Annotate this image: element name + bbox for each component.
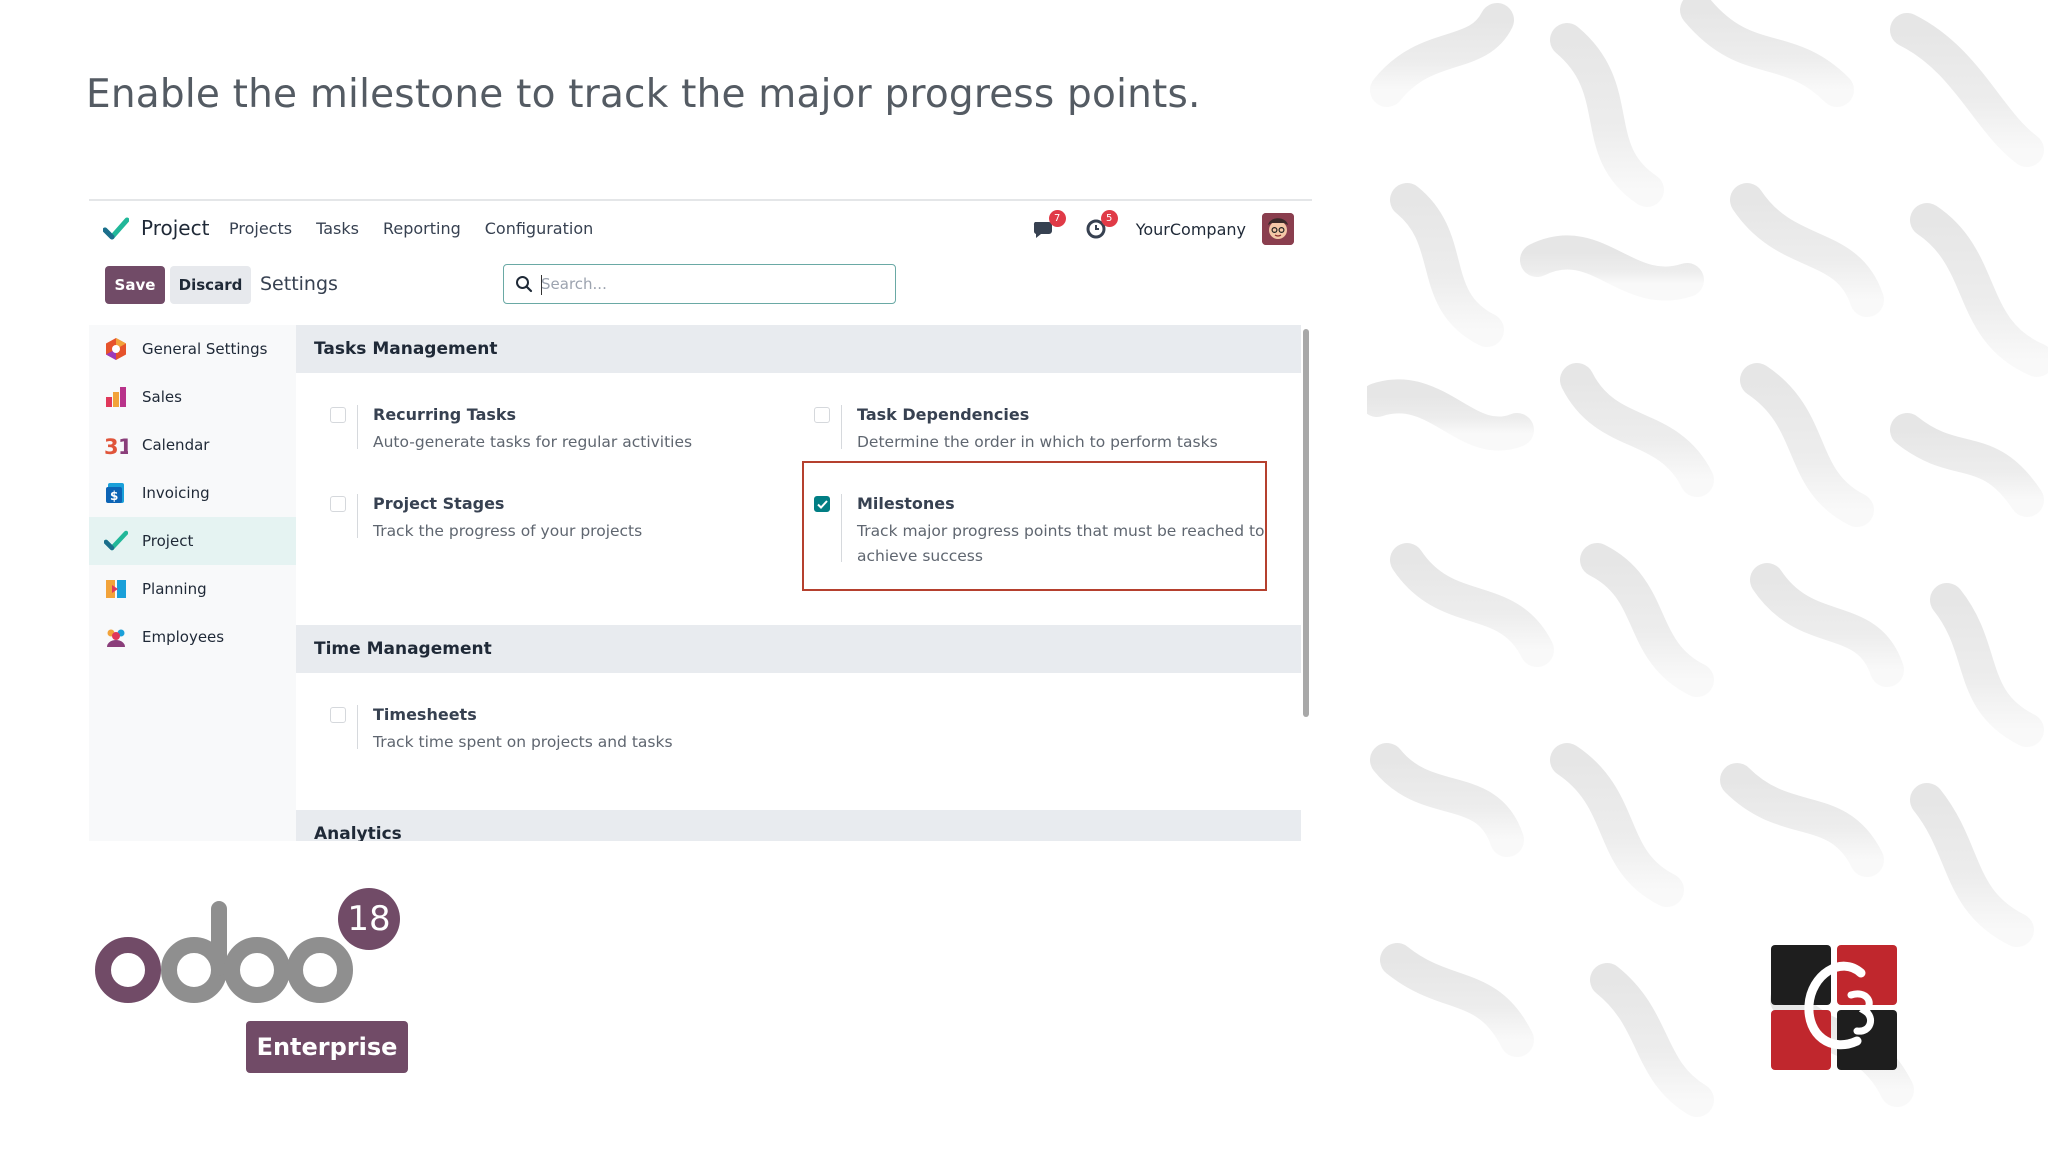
timesheets-checkbox[interactable] (330, 707, 346, 723)
sidebar-item-label: Planning (142, 580, 207, 598)
setting-description: Track time spent on projects and tasks (373, 733, 673, 751)
sales-icon (106, 387, 126, 407)
odoo-logo (95, 901, 353, 1003)
project-stages-checkbox[interactable] (330, 496, 346, 512)
invoicing-icon: $ (106, 483, 124, 503)
decorative-pattern (1367, 0, 2048, 1117)
menu-reporting[interactable]: Reporting (383, 219, 461, 238)
project-app-icon[interactable] (103, 217, 129, 241)
setting-title: Task Dependencies (857, 405, 1030, 424)
general-settings-icon (106, 338, 126, 360)
setting-title: Project Stages (373, 494, 505, 513)
company-switcher[interactable]: YourCompany (1136, 220, 1246, 239)
divider (357, 405, 358, 449)
menu-configuration[interactable]: Configuration (485, 219, 594, 238)
app-name[interactable]: Project (141, 216, 209, 240)
planning-icon (106, 580, 126, 598)
divider (357, 705, 358, 749)
milestones-highlight-box (802, 461, 1267, 591)
svg-text:$: $ (110, 489, 118, 503)
settings-sidebar: General Settings Sales 3 1 Calendar $ In… (89, 325, 296, 841)
section-time-management: Time Management (296, 625, 1301, 673)
sidebar-item-label: Employees (142, 628, 225, 646)
main-menu: Projects Tasks Reporting Configuration (229, 219, 617, 238)
avatar-face-icon (1262, 213, 1294, 245)
sidebar-item-calendar[interactable]: 3 1 Calendar (89, 421, 296, 469)
sidebar-item-planning[interactable]: Planning (89, 565, 296, 613)
employees-icon (107, 629, 125, 647)
sidebar-item-label: Sales (142, 388, 182, 406)
control-panel: Save Discard Settings (89, 257, 1312, 317)
setting-description: Track the progress of your projects (373, 522, 643, 540)
content-scrollbar[interactable] (1303, 329, 1309, 717)
sidebar-item-label: Calendar (142, 436, 210, 454)
search-input[interactable] (541, 273, 881, 295)
sidebar-item-label: General Settings (142, 340, 268, 358)
activities-badge: 5 (1100, 210, 1118, 227)
sidebar-item-sales[interactable]: Sales (89, 373, 296, 421)
task-dependencies-checkbox[interactable] (814, 407, 830, 423)
recurring-tasks-checkbox[interactable] (330, 407, 346, 423)
search-box[interactable] (503, 264, 896, 304)
company-logo (1771, 945, 1897, 1070)
calendar-icon: 3 1 (104, 435, 128, 457)
messages-badge: 7 (1048, 210, 1066, 227)
sidebar-item-label: Invoicing (142, 484, 210, 502)
section-analytics: Analytics (296, 810, 1301, 841)
sidebar-item-invoicing[interactable]: $ Invoicing (89, 469, 296, 517)
divider (357, 494, 358, 538)
messages-button[interactable]: 7 (1032, 210, 1066, 242)
divider (841, 405, 842, 449)
menu-projects[interactable]: Projects (229, 219, 292, 238)
version-badge: 18 (338, 888, 400, 950)
setting-description: Auto-generate tasks for regular activiti… (373, 433, 693, 451)
menu-tasks[interactable]: Tasks (316, 219, 359, 238)
discard-button[interactable]: Discard (170, 266, 251, 304)
sidebar-item-project[interactable]: Project (89, 517, 296, 565)
activities-button[interactable]: 5 (1084, 210, 1118, 242)
project-icon (104, 530, 128, 551)
section-tasks-management: Tasks Management (296, 325, 1301, 373)
edition-badge: Enterprise (246, 1021, 408, 1073)
svg-text:1: 1 (118, 435, 128, 457)
sidebar-item-employees[interactable]: Employees (89, 613, 296, 661)
breadcrumb: Settings (260, 273, 338, 295)
systray: 7 5 YourCompany (1032, 210, 1312, 247)
svg-text:3: 3 (104, 435, 119, 457)
search-icon (516, 276, 533, 293)
setting-title: Timesheets (373, 705, 477, 724)
sidebar-item-general-settings[interactable]: General Settings (89, 325, 296, 373)
top-navbar: Project Projects Tasks Reporting Configu… (89, 201, 1312, 257)
user-avatar[interactable] (1262, 213, 1294, 245)
save-button[interactable]: Save (105, 266, 165, 304)
setting-description: Determine the order in which to perform … (857, 433, 1218, 451)
slide-caption: Enable the milestone to track the major … (86, 72, 1201, 117)
sidebar-item-label: Project (142, 532, 194, 550)
text-caret (541, 275, 542, 295)
setting-title: Recurring Tasks (373, 405, 517, 424)
